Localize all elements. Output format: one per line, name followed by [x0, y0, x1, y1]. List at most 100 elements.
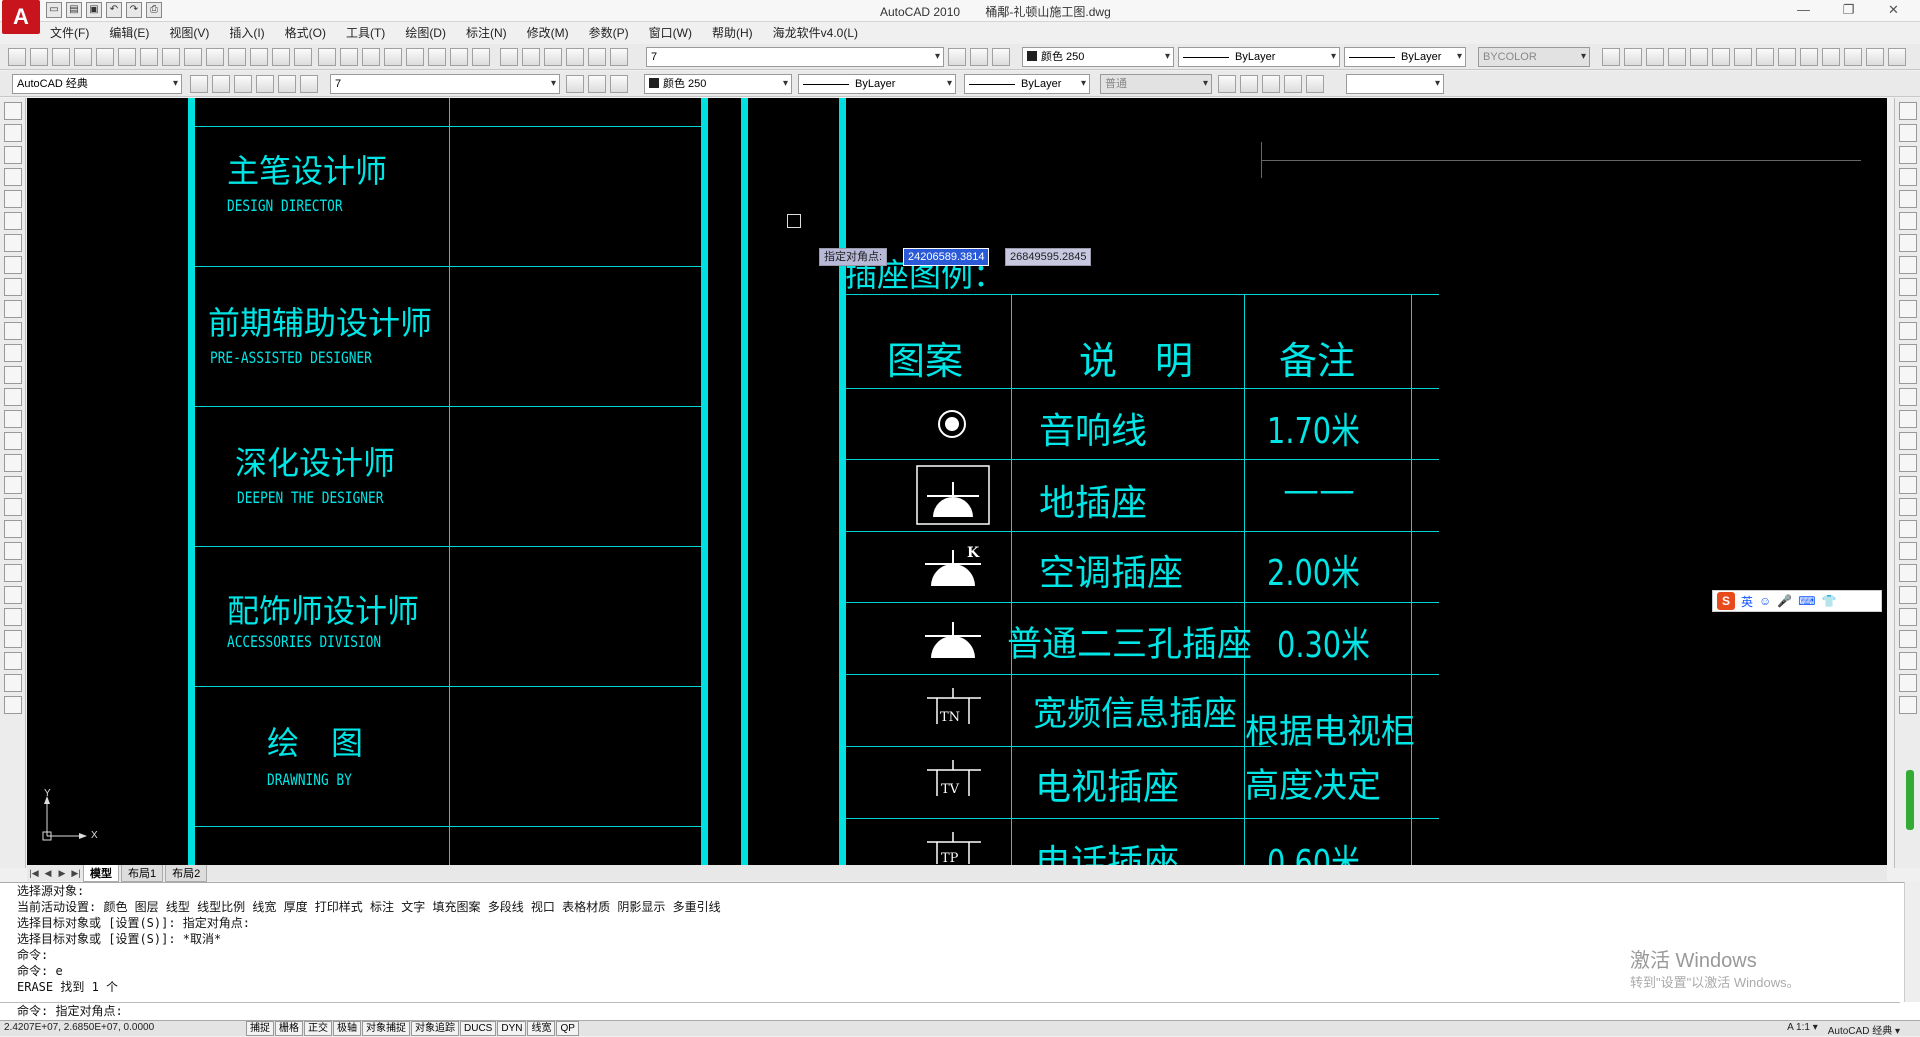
print-icon[interactable]: ⎙: [146, 2, 162, 18]
standard-tool-icon[interactable]: [8, 48, 26, 66]
menu-item[interactable]: 编辑(E): [99, 22, 159, 42]
command-scrollbar[interactable]: [1904, 882, 1920, 1002]
modify-tool-icon[interactable]: [1899, 454, 1917, 472]
modify-tool-icon[interactable]: [1899, 432, 1917, 450]
draw-tool-icon[interactable]: [4, 388, 22, 406]
draw-tool-icon[interactable]: [4, 212, 22, 230]
layout-tab[interactable]: 模型: [83, 864, 119, 882]
draw-tool-icon[interactable]: [4, 564, 22, 582]
status-toggle[interactable]: 栅格: [275, 1021, 303, 1036]
properties-tool-icon[interactable]: [1306, 75, 1324, 93]
color-combo-2[interactable]: 颜色 250: [644, 74, 792, 94]
modify-tool-icon[interactable]: [1899, 234, 1917, 252]
maximize-button[interactable]: ❐: [1826, 0, 1871, 22]
standard-tool-icon[interactable]: [1778, 48, 1796, 66]
standard-tool-icon[interactable]: [74, 48, 92, 66]
dynamic-input-x[interactable]: 24206589.3814: [903, 248, 990, 266]
properties-tool-icon[interactable]: [190, 75, 208, 93]
draw-tool-icon[interactable]: [4, 410, 22, 428]
modify-tool-icon[interactable]: [1899, 366, 1917, 384]
draw-tool-icon[interactable]: [4, 586, 22, 604]
standard-tool-icon[interactable]: [1690, 48, 1708, 66]
linetype-combo-2[interactable]: ByLayer: [798, 74, 956, 94]
layer-combo-2[interactable]: 7: [330, 74, 560, 94]
standard-tool-icon[interactable]: [1800, 48, 1818, 66]
properties-tool-icon[interactable]: [234, 75, 252, 93]
emoji-icon[interactable]: ☺: [1759, 594, 1771, 608]
modify-tool-icon[interactable]: [1899, 476, 1917, 494]
modify-tool-icon[interactable]: [1899, 344, 1917, 362]
dynamic-input-y[interactable]: 26849595.2845: [1005, 248, 1092, 266]
properties-tool-icon[interactable]: [278, 75, 296, 93]
draw-tool-icon[interactable]: [4, 146, 22, 164]
modify-tool-icon[interactable]: [1899, 212, 1917, 230]
standard-tool-icon[interactable]: [318, 48, 336, 66]
standard-tool-icon[interactable]: [1602, 48, 1620, 66]
draw-tool-icon[interactable]: [4, 432, 22, 450]
standard-tool-icon[interactable]: [206, 48, 224, 66]
standard-tool-icon[interactable]: [272, 48, 290, 66]
status-toggle[interactable]: DUCS: [460, 1021, 497, 1036]
standard-tool-icon[interactable]: [472, 48, 490, 66]
standard-tool-icon[interactable]: [450, 48, 468, 66]
standard-tool-icon[interactable]: [1822, 48, 1840, 66]
status-toggle[interactable]: 捕捉: [246, 1021, 274, 1036]
draw-tool-icon[interactable]: [4, 498, 22, 516]
modify-tool-icon[interactable]: [1899, 388, 1917, 406]
properties-tool-icon[interactable]: [1240, 75, 1258, 93]
properties-tool-icon[interactable]: [1262, 75, 1280, 93]
standard-tool-icon[interactable]: [992, 48, 1010, 66]
modify-tool-icon[interactable]: [1899, 564, 1917, 582]
modify-tool-icon[interactable]: [1899, 168, 1917, 186]
menu-item[interactable]: 插入(I): [219, 22, 274, 42]
modify-tool-icon[interactable]: [1899, 102, 1917, 120]
menu-item[interactable]: 格式(O): [275, 22, 336, 42]
draw-tool-icon[interactable]: [4, 674, 22, 692]
standard-tool-icon[interactable]: [970, 48, 988, 66]
draw-tool-icon[interactable]: [4, 630, 22, 648]
modify-tool-icon[interactable]: [1899, 190, 1917, 208]
lineweight-combo[interactable]: ByLayer: [1344, 47, 1466, 67]
status-toggle[interactable]: QP: [556, 1021, 579, 1036]
draw-tool-icon[interactable]: [4, 652, 22, 670]
tab-nav-icon[interactable]: ◀: [41, 868, 55, 879]
modify-tool-icon[interactable]: [1899, 124, 1917, 142]
modify-tool-icon[interactable]: [1899, 586, 1917, 604]
draw-tool-icon[interactable]: [4, 190, 22, 208]
ime-lang[interactable]: 英: [1741, 593, 1753, 610]
save-icon[interactable]: ▣: [86, 2, 102, 18]
draw-tool-icon[interactable]: [4, 322, 22, 340]
menu-item[interactable]: 帮助(H): [702, 22, 763, 42]
properties-tool-icon[interactable]: [1284, 75, 1302, 93]
menu-item[interactable]: 文件(F): [40, 22, 99, 42]
standard-tool-icon[interactable]: [1756, 48, 1774, 66]
draw-tool-icon[interactable]: [4, 454, 22, 472]
color-combo[interactable]: 颜色 250: [1022, 47, 1174, 67]
standard-tool-icon[interactable]: [1624, 48, 1642, 66]
status-toggle[interactable]: 对象追踪: [411, 1021, 459, 1036]
draw-tool-icon[interactable]: [4, 102, 22, 120]
menu-item[interactable]: 绘图(D): [395, 22, 456, 42]
modify-tool-icon[interactable]: [1899, 696, 1917, 714]
modify-tool-icon[interactable]: [1899, 652, 1917, 670]
properties-tool-icon[interactable]: [610, 75, 628, 93]
menu-item[interactable]: 标注(N): [456, 22, 517, 42]
standard-tool-icon[interactable]: [1866, 48, 1884, 66]
standard-tool-icon[interactable]: [362, 48, 380, 66]
status-toggle[interactable]: 对象捕捉: [362, 1021, 410, 1036]
new-icon[interactable]: ▭: [46, 2, 62, 18]
modify-tool-icon[interactable]: [1899, 322, 1917, 340]
standard-tool-icon[interactable]: [118, 48, 136, 66]
standard-tool-icon[interactable]: [1844, 48, 1862, 66]
draw-tool-icon[interactable]: [4, 608, 22, 626]
menu-item[interactable]: 工具(T): [336, 22, 395, 42]
modify-tool-icon[interactable]: [1899, 498, 1917, 516]
properties-tool-icon[interactable]: [212, 75, 230, 93]
standard-tool-icon[interactable]: [522, 48, 540, 66]
standard-tool-icon[interactable]: [162, 48, 180, 66]
standard-tool-icon[interactable]: [52, 48, 70, 66]
standard-tool-icon[interactable]: [1888, 48, 1906, 66]
draw-tool-icon[interactable]: [4, 168, 22, 186]
modify-tool-icon[interactable]: [1899, 608, 1917, 626]
draw-tool-icon[interactable]: [4, 344, 22, 362]
